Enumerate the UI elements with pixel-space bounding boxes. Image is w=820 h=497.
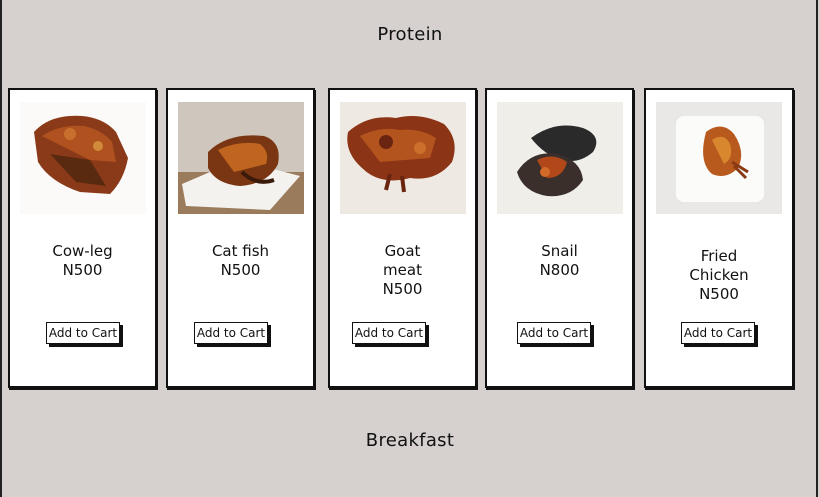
product-price: N800 [539, 261, 580, 279]
add-to-cart-button[interactable]: Add to Cart [194, 322, 268, 344]
product-name: Snail [541, 242, 578, 260]
product-card-cat-fish: Cat fish N500 Add to Cart [166, 88, 315, 388]
section-title-protein: Protein [377, 24, 443, 45]
product-price: N500 [62, 261, 103, 279]
product-price: N500 [699, 285, 739, 303]
section-title-breakfast: Breakfast [365, 430, 455, 451]
product-name-line1: Fried [700, 247, 738, 265]
product-name-line2: meat [383, 261, 422, 279]
product-card-snail: Snail N800 Add to Cart [485, 88, 634, 388]
product-name: Cat fish [211, 242, 270, 260]
product-image-goat-meat [340, 102, 466, 214]
add-to-cart-button[interactable]: Add to Cart [46, 322, 120, 344]
add-to-cart-button[interactable]: Add to Cart [517, 322, 591, 344]
product-image-cat-fish [178, 102, 304, 214]
product-name: Cow-leg [52, 242, 113, 260]
product-card-fried-chicken: Fried Chicken N500 Add to Cart [644, 88, 794, 388]
product-image-snail [497, 102, 623, 214]
product-name-line1: Goat [384, 242, 421, 260]
product-image-fried-chicken [656, 102, 782, 214]
add-to-cart-button[interactable]: Add to Cart [681, 322, 755, 344]
product-card-goat-meat: Goat meat N500 Add to Cart [328, 88, 477, 388]
product-image-cow-leg [20, 102, 146, 214]
product-card-cow-leg: Cow-leg N500 Add to Cart [8, 88, 157, 388]
product-price: N500 [220, 261, 261, 279]
add-to-cart-button[interactable]: Add to Cart [352, 322, 426, 344]
product-price: N500 [382, 280, 423, 298]
product-name-line2: Chicken [689, 266, 749, 284]
